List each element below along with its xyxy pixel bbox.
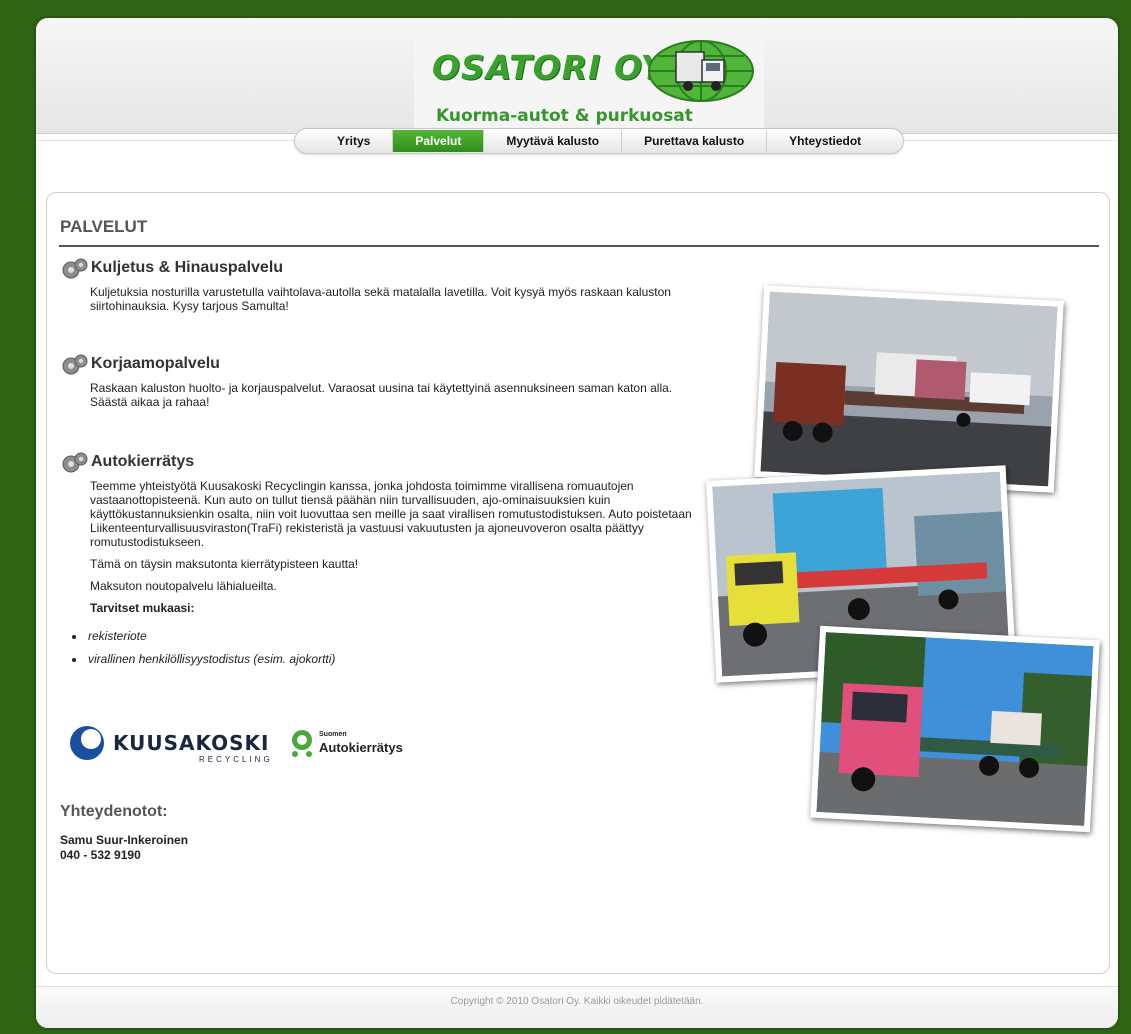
- gears-icon: [62, 258, 88, 279]
- free-note: Tämä on täysin maksutonta kierrätypistee…: [90, 557, 359, 571]
- nav-item-palvelut[interactable]: Palvelut: [393, 130, 485, 152]
- section-text: Raskaan kaluston huolto- ja korjauspalve…: [90, 381, 673, 409]
- site-logo[interactable]: OSATORI OY Kuorma-autot & purkuosat: [414, 32, 764, 132]
- section-title: Korjaamopalvelu: [91, 355, 220, 372]
- section-text: Teemme yhteistyötä Kuusakoski Recyclingi…: [90, 479, 692, 549]
- footer: Copyright © 2010 Osatori Oy. Kaikki oike…: [36, 986, 1118, 1028]
- nav-item-yritys[interactable]: Yritys: [315, 130, 394, 152]
- autokierratys-logo-icon: [292, 730, 312, 757]
- kuusakoski-sub: RECYCLING: [199, 755, 273, 764]
- list-item: rekisteriote: [86, 629, 710, 643]
- copyright: Copyright © 2010 Osatori Oy. Kaikki oike…: [450, 996, 704, 1007]
- gears-icon: [62, 354, 88, 375]
- truck-photo-1[interactable]: [754, 285, 1064, 493]
- nav-item-myytava-kalusto[interactable]: Myytävä kalusto: [484, 130, 623, 152]
- truck-photo-3[interactable]: [810, 625, 1100, 833]
- logo-title: OSATORI OY: [432, 48, 666, 87]
- kuusakoski-name: KUUSAKOSKI: [113, 731, 270, 755]
- header: OSATORI OY Kuorma-autot & purkuosat: [36, 18, 1118, 134]
- partner-logos: KUUSAKOSKI RECYCLING Suomen Autokierräty…: [67, 723, 407, 764]
- page-title: PALVELUT: [60, 217, 148, 236]
- nav-item-purettava-kalusto[interactable]: Purettava kalusto: [622, 130, 768, 152]
- section-title: Kuljetus & Hinauspalvelu: [91, 259, 284, 276]
- autokierratys-small: Suomen: [319, 731, 347, 738]
- contacts-title: Yhteydenotot:: [60, 803, 168, 820]
- globe-truck-icon: [648, 40, 754, 102]
- logo-subtitle: Kuorma-autot & purkuosat: [436, 106, 693, 126]
- needs-list: rekisteriote virallinen henkilöllisyysto…: [72, 629, 710, 666]
- kuusakoski-logo-icon: [70, 726, 104, 760]
- nav-item-yhteystiedot[interactable]: Yhteystiedot: [767, 130, 883, 152]
- pickup-note: Maksuton noutopalvelu lähialueilta.: [90, 579, 277, 593]
- autokierratys-name: Autokierrätys: [319, 740, 403, 755]
- list-item: virallinen henkilöllisyystodistus (esim.…: [86, 652, 710, 666]
- gears-icon: [62, 452, 88, 473]
- section-autokierratys: Autokierrätys Teemme yhteistyötä Kuusako…: [60, 449, 710, 675]
- section-korjaamo: Korjaamopalvelu Raskaan kaluston huolto-…: [60, 351, 710, 417]
- page-frame: OSATORI OY Kuorma-autot & purkuosat Yrit…: [36, 18, 1118, 1028]
- contact-name: Samu Suur-Inkeroinen: [60, 833, 189, 847]
- content-panel: PALVELUT Kuljetus & Hinauspalvelu Kuljet…: [46, 192, 1110, 974]
- contact-phone: 040 - 532 9190: [60, 848, 141, 862]
- section-kuljetus: Kuljetus & Hinauspalvelu Kuljetuksia nos…: [60, 255, 710, 321]
- section-text: Kuljetuksia nosturilla varustetulla vaih…: [90, 285, 671, 313]
- needs-label: Tarvitset mukaasi:: [90, 601, 195, 615]
- truck-photo-image: [816, 632, 1094, 826]
- truck-photo-image: [760, 291, 1058, 487]
- section-title: Autokierrätys: [91, 453, 195, 470]
- title-divider: [59, 245, 1099, 247]
- main-nav: Yritys Palvelut Myytävä kalusto Purettav…: [294, 128, 905, 154]
